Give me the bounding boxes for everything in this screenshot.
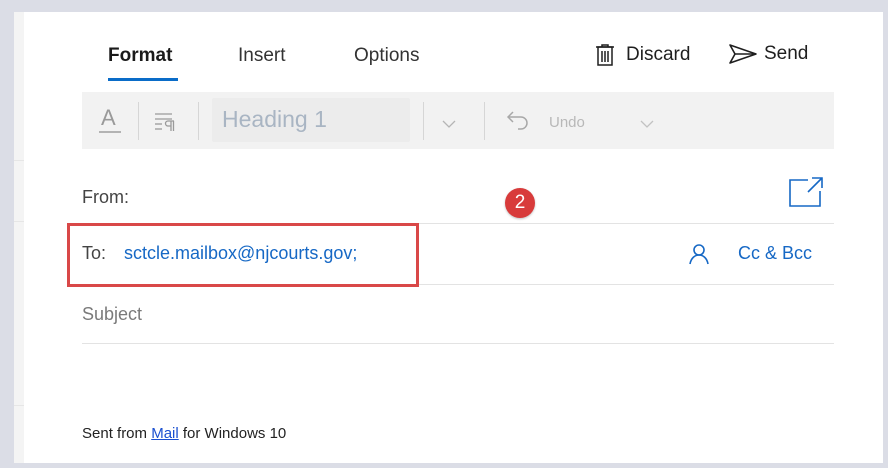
toolbar-divider [423,102,424,140]
window-frame-bottom [0,463,888,468]
subject-row [82,284,834,344]
subject-input[interactable]: Subject [82,304,142,325]
side-divider [14,160,24,161]
discard-label: Discard [626,44,691,65]
window-frame-left [0,0,14,468]
pop-out-icon[interactable] [788,176,824,213]
svg-text:A: A [101,105,116,130]
toolbar-divider [484,102,485,140]
font-color-icon[interactable]: A [98,104,122,141]
window-frame-right [883,0,888,468]
paragraph-format-icon[interactable] [154,110,176,137]
chevron-down-icon[interactable] [442,116,456,134]
highlight-box [67,223,419,287]
send-button[interactable]: Send [728,43,808,65]
tab-insert[interactable]: Insert [238,45,286,67]
style-dropdown-value: Heading 1 [222,106,327,132]
undo-icon[interactable] [506,110,530,135]
active-tab-indicator [108,78,178,81]
message-body[interactable]: Sent from Mail for Windows 10 [82,425,286,442]
format-toolbar: A Heading 1 Undo [82,92,834,149]
from-row [82,163,834,224]
tab-options[interactable]: Options [354,45,419,67]
toolbar-divider [198,102,199,140]
trash-icon [594,43,616,67]
toolbar-divider [138,102,139,140]
step-badge: 2 [505,188,535,218]
signature-prefix: Sent from [82,425,152,442]
chevron-down-icon[interactable] [640,116,654,134]
tab-format[interactable]: Format [108,45,172,67]
paper-plane-icon [728,43,758,65]
side-divider [14,405,24,406]
signature-suffix: for Windows 10 [178,425,287,442]
person-icon[interactable] [689,243,709,270]
undo-label[interactable]: Undo [549,114,585,131]
discard-button[interactable]: Discard [594,43,690,67]
cc-bcc-button[interactable]: Cc & Bcc [738,243,812,264]
send-label: Send [764,43,809,64]
mail-link[interactable]: Mail [151,425,179,442]
side-divider [14,221,24,222]
from-label[interactable]: From: [82,187,129,208]
side-pane-edge [14,12,24,463]
window-frame-top [0,0,888,12]
